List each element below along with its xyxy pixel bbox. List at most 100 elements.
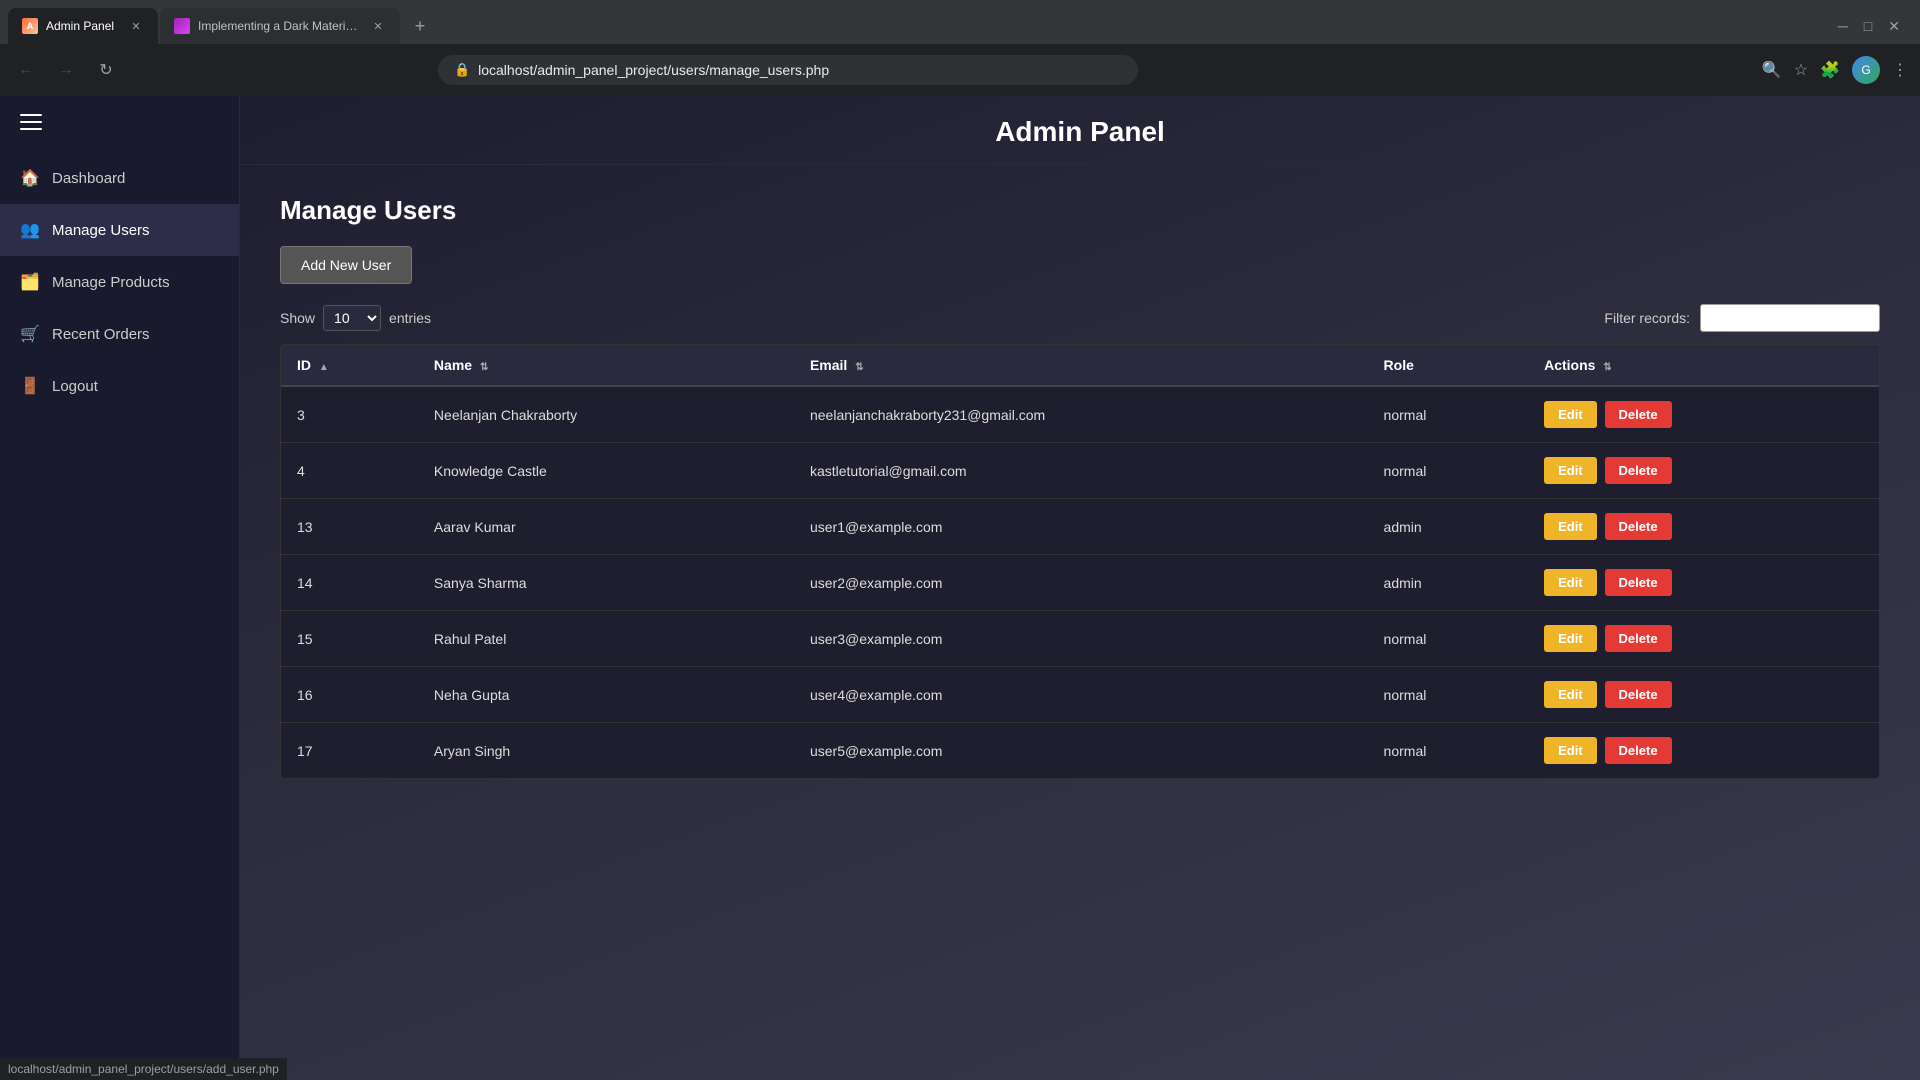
status-bar: localhost/admin_panel_project/users/add_… [0, 1058, 287, 1080]
cell-id-17: 17 [281, 723, 418, 779]
sidebar-label-manage-products: Manage Products [52, 274, 170, 291]
col-id-label: ID [297, 357, 311, 373]
cell-role-4: normal [1368, 443, 1529, 499]
sidebar-item-logout[interactable]: 🚪 Logout [0, 360, 239, 412]
edit-button-15[interactable]: Edit [1544, 625, 1597, 652]
col-name-label: Name [434, 357, 472, 373]
cell-actions-13: Edit Delete [1528, 499, 1879, 555]
cell-name-13: Aarav Kumar [418, 499, 794, 555]
edit-button-17[interactable]: Edit [1544, 737, 1597, 764]
cell-email-13: user1@example.com [794, 499, 1368, 555]
tab-favicon-admin: A [22, 18, 38, 34]
recent-orders-icon: 🛒 [20, 324, 40, 344]
extensions-icon[interactable]: 🧩 [1820, 60, 1840, 80]
address-bar: ← → ↻ 🔒 localhost/admin_panel_project/us… [0, 44, 1920, 96]
cell-actions-3: Edit Delete [1528, 386, 1879, 443]
users-table: ID ▲ Name ⇅ Email ⇅ [281, 345, 1879, 778]
cell-id-13: 13 [281, 499, 418, 555]
col-header-id[interactable]: ID ▲ [281, 345, 418, 386]
cell-email-3: neelanjanchakraborty231@gmail.com [794, 386, 1368, 443]
delete-button-3[interactable]: Delete [1605, 401, 1672, 428]
cell-email-17: user5@example.com [794, 723, 1368, 779]
cell-role-15: normal [1368, 611, 1529, 667]
cell-actions-17: Edit Delete [1528, 723, 1879, 779]
delete-button-14[interactable]: Delete [1605, 569, 1672, 596]
url-text: localhost/admin_panel_project/users/mana… [478, 62, 1122, 78]
chrome-menu-icon[interactable]: ⋮ [1892, 60, 1908, 80]
cell-email-4: kastletutorial@gmail.com [794, 443, 1368, 499]
tab-close-admin[interactable]: ✕ [128, 18, 144, 34]
hamburger-line-1 [20, 114, 42, 116]
edit-button-16[interactable]: Edit [1544, 681, 1597, 708]
tab-dark-material[interactable]: Implementing a Dark Material... ✕ [160, 8, 400, 44]
cell-actions-4: Edit Delete [1528, 443, 1879, 499]
filter-area: Filter records: [1604, 304, 1880, 332]
edit-button-4[interactable]: Edit [1544, 457, 1597, 484]
profile-avatar[interactable]: G [1852, 56, 1880, 84]
cell-role-14: admin [1368, 555, 1529, 611]
sidebar-item-manage-products[interactable]: 🗂️ Manage Products [0, 256, 239, 308]
delete-button-16[interactable]: Delete [1605, 681, 1672, 708]
delete-button-15[interactable]: Delete [1605, 625, 1672, 652]
tab-admin-panel[interactable]: A Admin Panel ✕ [8, 8, 158, 44]
zoom-icon[interactable]: 🔍 [1762, 60, 1782, 80]
back-button[interactable]: ← [12, 61, 40, 79]
col-header-role[interactable]: Role [1368, 345, 1529, 386]
close-button[interactable]: ✕ [1888, 18, 1900, 35]
cell-actions-16: Edit Delete [1528, 667, 1879, 723]
edit-button-3[interactable]: Edit [1544, 401, 1597, 428]
table-row: 4 Knowledge Castle kastletutorial@gmail.… [281, 443, 1879, 499]
manage-users-icon: 👥 [20, 220, 40, 240]
filter-label: Filter records: [1604, 310, 1690, 326]
delete-button-17[interactable]: Delete [1605, 737, 1672, 764]
dashboard-icon: 🏠 [20, 168, 40, 188]
hamburger-button[interactable] [0, 96, 239, 148]
tab-close-other[interactable]: ✕ [370, 18, 386, 34]
bookmark-icon[interactable]: ☆ [1794, 60, 1808, 80]
new-tab-button[interactable]: + [406, 12, 434, 40]
forward-button[interactable]: → [52, 61, 80, 79]
status-bar-url: localhost/admin_panel_project/users/add_… [8, 1062, 279, 1076]
tab-title-other: Implementing a Dark Material... [198, 19, 362, 33]
sidebar-label-recent-orders: Recent Orders [52, 326, 150, 343]
cell-actions-14: Edit Delete [1528, 555, 1879, 611]
table-row: 13 Aarav Kumar user1@example.com admin E… [281, 499, 1879, 555]
sidebar-label-manage-users: Manage Users [52, 222, 150, 239]
id-sort-icon: ▲ [319, 362, 329, 373]
delete-button-4[interactable]: Delete [1605, 457, 1672, 484]
cell-name-4: Knowledge Castle [418, 443, 794, 499]
entries-select[interactable]: 10 25 50 100 [323, 305, 381, 331]
col-header-email[interactable]: Email ⇅ [794, 345, 1368, 386]
sidebar-label-logout: Logout [52, 378, 98, 395]
maximize-button[interactable]: □ [1864, 18, 1872, 34]
col-header-actions[interactable]: Actions ⇅ [1528, 345, 1879, 386]
edit-button-13[interactable]: Edit [1544, 513, 1597, 540]
table-header: ID ▲ Name ⇅ Email ⇅ [281, 345, 1879, 386]
cell-name-16: Neha Gupta [418, 667, 794, 723]
sidebar-item-manage-users[interactable]: 👥 Manage Users [0, 204, 239, 256]
col-header-name[interactable]: Name ⇅ [418, 345, 794, 386]
cell-id-4: 4 [281, 443, 418, 499]
table-row: 17 Aryan Singh user5@example.com normal … [281, 723, 1879, 779]
edit-button-14[interactable]: Edit [1544, 569, 1597, 596]
cell-name-17: Aryan Singh [418, 723, 794, 779]
actions-sort-icon: ⇅ [1603, 362, 1611, 373]
table-row: 16 Neha Gupta user4@example.com normal E… [281, 667, 1879, 723]
add-new-user-button[interactable]: Add New User [280, 246, 412, 284]
hamburger-line-3 [20, 128, 42, 130]
filter-input[interactable] [1700, 304, 1880, 332]
tab-title-admin: Admin Panel [46, 19, 120, 33]
delete-button-13[interactable]: Delete [1605, 513, 1672, 540]
sidebar-item-dashboard[interactable]: 🏠 Dashboard [0, 152, 239, 204]
header-title: Admin Panel [995, 116, 1165, 147]
cell-actions-15: Edit Delete [1528, 611, 1879, 667]
name-sort-icon: ⇅ [480, 362, 488, 373]
cell-role-13: admin [1368, 499, 1529, 555]
cell-name-15: Rahul Patel [418, 611, 794, 667]
tab-bar: A Admin Panel ✕ Implementing a Dark Mate… [0, 0, 1920, 44]
minimize-button[interactable]: ─ [1838, 18, 1848, 34]
sidebar-item-recent-orders[interactable]: 🛒 Recent Orders [0, 308, 239, 360]
cell-id-14: 14 [281, 555, 418, 611]
reload-button[interactable]: ↻ [92, 60, 120, 80]
url-bar[interactable]: 🔒 localhost/admin_panel_project/users/ma… [438, 55, 1138, 85]
